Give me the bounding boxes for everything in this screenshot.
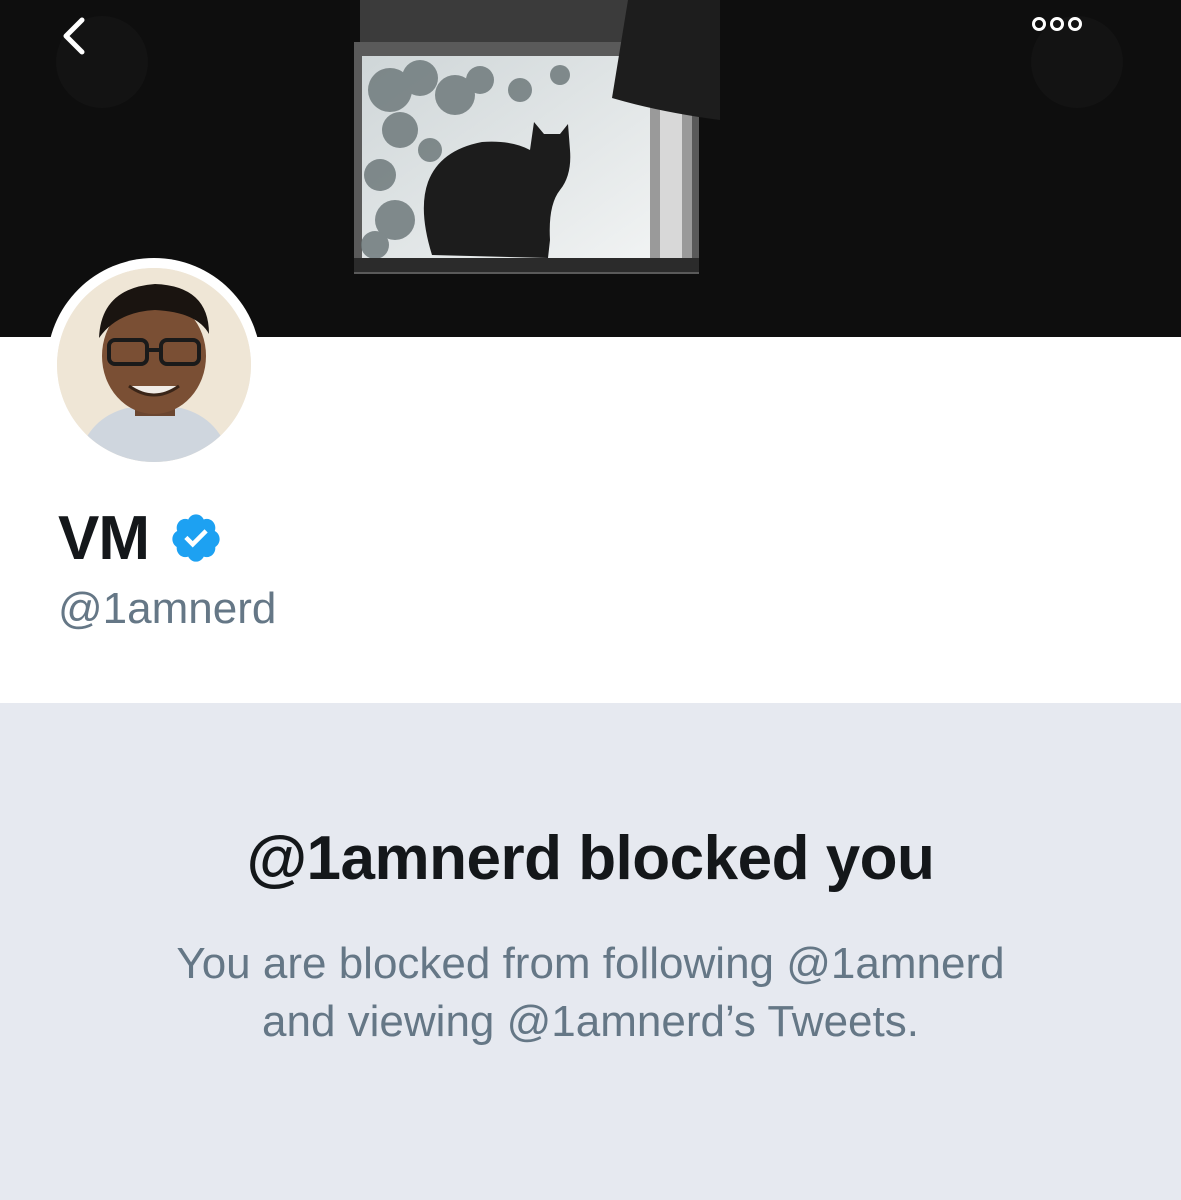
- more-horizontal-icon: [1032, 17, 1082, 31]
- display-name: VM: [58, 503, 150, 573]
- avatar-photo: [57, 268, 251, 462]
- profile-handle: @1amnerd: [58, 584, 277, 633]
- back-button[interactable]: [56, 16, 148, 108]
- blocked-description-line-2: and viewing @1amnerd’s Tweets.: [262, 997, 919, 1046]
- blocked-notice-panel: @1amnerd blocked you You are blocked fro…: [0, 703, 1181, 1200]
- profile-avatar[interactable]: [47, 258, 261, 472]
- profile-name-row: VM: [58, 498, 223, 578]
- chevron-left-icon: [63, 17, 85, 55]
- more-options-button[interactable]: [1031, 16, 1123, 108]
- verified-badge-icon: [172, 514, 220, 562]
- blocked-description: You are blocked from following @1amnerd …: [90, 935, 1091, 1051]
- blocked-description-line-1: You are blocked from following @1amnerd: [176, 939, 1005, 988]
- blocked-title: @1amnerd blocked you: [246, 824, 935, 893]
